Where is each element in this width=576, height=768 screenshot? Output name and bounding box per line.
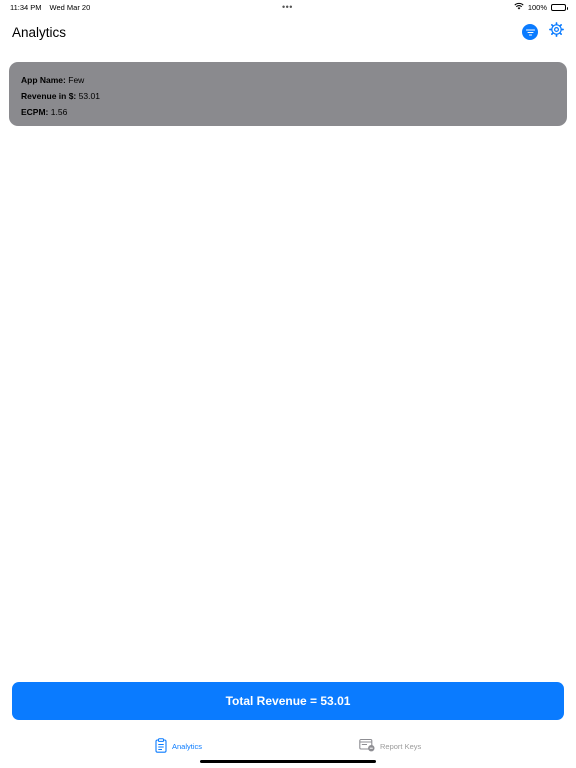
wifi-icon <box>514 2 524 12</box>
app-name-row: App Name: Few <box>21 72 555 88</box>
navigation-bar: Analytics <box>0 18 576 50</box>
revenue-label: Revenue in $: <box>21 91 77 101</box>
tab-report-keys[interactable]: Report Keys <box>359 738 421 754</box>
gear-icon <box>548 22 564 42</box>
app-name-value: Few <box>68 75 85 85</box>
total-revenue-button[interactable]: Total Revenue = 53.01 <box>12 682 564 720</box>
tab-report-keys-label: Report Keys <box>380 741 422 751</box>
status-time: 11:34 PM <box>10 3 42 12</box>
status-right: 100% <box>514 2 568 12</box>
filter-icon <box>525 23 535 41</box>
ecpm-value: 1.56 <box>50 107 68 117</box>
app-name-label: App Name: <box>21 75 66 85</box>
page-title: Analytics <box>12 25 67 40</box>
battery-percent: 100% <box>527 2 547 12</box>
revenue-value: 53.01 <box>78 91 100 101</box>
clipboard-icon <box>155 738 167 755</box>
status-bar: 11:34 PM Wed Mar 20 ••• 100% <box>0 0 576 14</box>
battery-icon <box>551 3 568 11</box>
status-left: 11:34 PM Wed Mar 20 <box>10 3 90 12</box>
tab-analytics-label: Analytics <box>172 742 203 751</box>
revenue-row: Revenue in $: 53.01 <box>21 88 555 104</box>
app-revenue-card[interactable]: App Name: Few Revenue in $: 53.01 ECPM: … <box>9 62 567 126</box>
report-keys-icon <box>359 738 375 754</box>
tab-analytics[interactable]: Analytics <box>155 738 202 755</box>
settings-button[interactable] <box>548 22 564 42</box>
nav-actions <box>522 22 564 42</box>
status-date: Wed Mar 20 <box>49 3 91 12</box>
filter-button[interactable] <box>522 24 538 40</box>
home-indicator[interactable] <box>200 760 376 763</box>
ecpm-label: ECPM: <box>21 107 49 117</box>
ecpm-row: ECPM: 1.56 <box>21 104 555 120</box>
multitasking-dots[interactable]: ••• <box>282 2 293 12</box>
